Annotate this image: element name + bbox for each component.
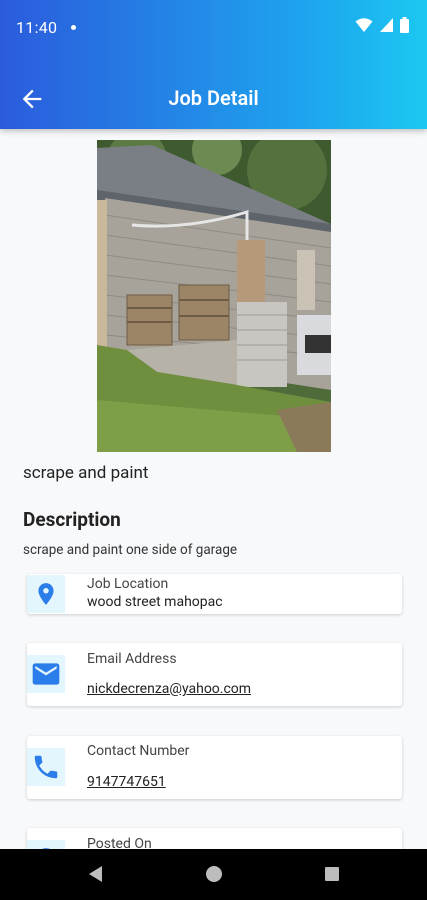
phone-icon [34,755,58,779]
phone-icon-box [27,748,65,786]
phone-link[interactable]: 9147747651 [87,774,166,790]
job-location-card[interactable]: Job Location wood street mahopac [27,574,402,614]
description-heading: Description [23,508,121,531]
location-icon-box [27,575,65,613]
envelope-icon [32,663,60,685]
location-pin-icon [38,583,54,605]
system-nav-bar [0,849,427,900]
garage-photo-illustration [97,140,331,452]
top-bar: 11:40 Job Detail [0,0,427,129]
wifi-icon [355,18,373,32]
contact-card[interactable]: Contact Number 9147747651 [27,736,402,799]
description-text: scrape and paint one side of garage [23,542,238,558]
contact-label: Contact Number [87,743,190,759]
nav-home-icon[interactable] [205,865,223,883]
email-label: Email Address [87,651,177,667]
job-title: scrape and paint [23,463,149,483]
nav-recents-icon[interactable] [323,865,341,883]
system-icons [355,17,409,33]
email-icon-box [27,655,65,693]
app-bar: Job Detail [0,68,427,129]
job-photo[interactable] [97,140,331,452]
page-title: Job Detail [168,86,259,110]
email-link[interactable]: nickdecrenza@yahoo.com [87,681,251,697]
email-card[interactable]: Email Address nickdecrenza@yahoo.com [27,643,402,706]
battery-icon [400,17,409,33]
notification-dot-icon [71,25,76,30]
status-time: 11:40 [16,18,58,37]
status-bar: 11:40 [0,0,427,58]
job-location-label: Job Location [87,576,169,592]
signal-icon [380,18,393,32]
nav-back-icon[interactable] [87,865,105,883]
job-location-value: wood street mahopac [87,594,223,610]
